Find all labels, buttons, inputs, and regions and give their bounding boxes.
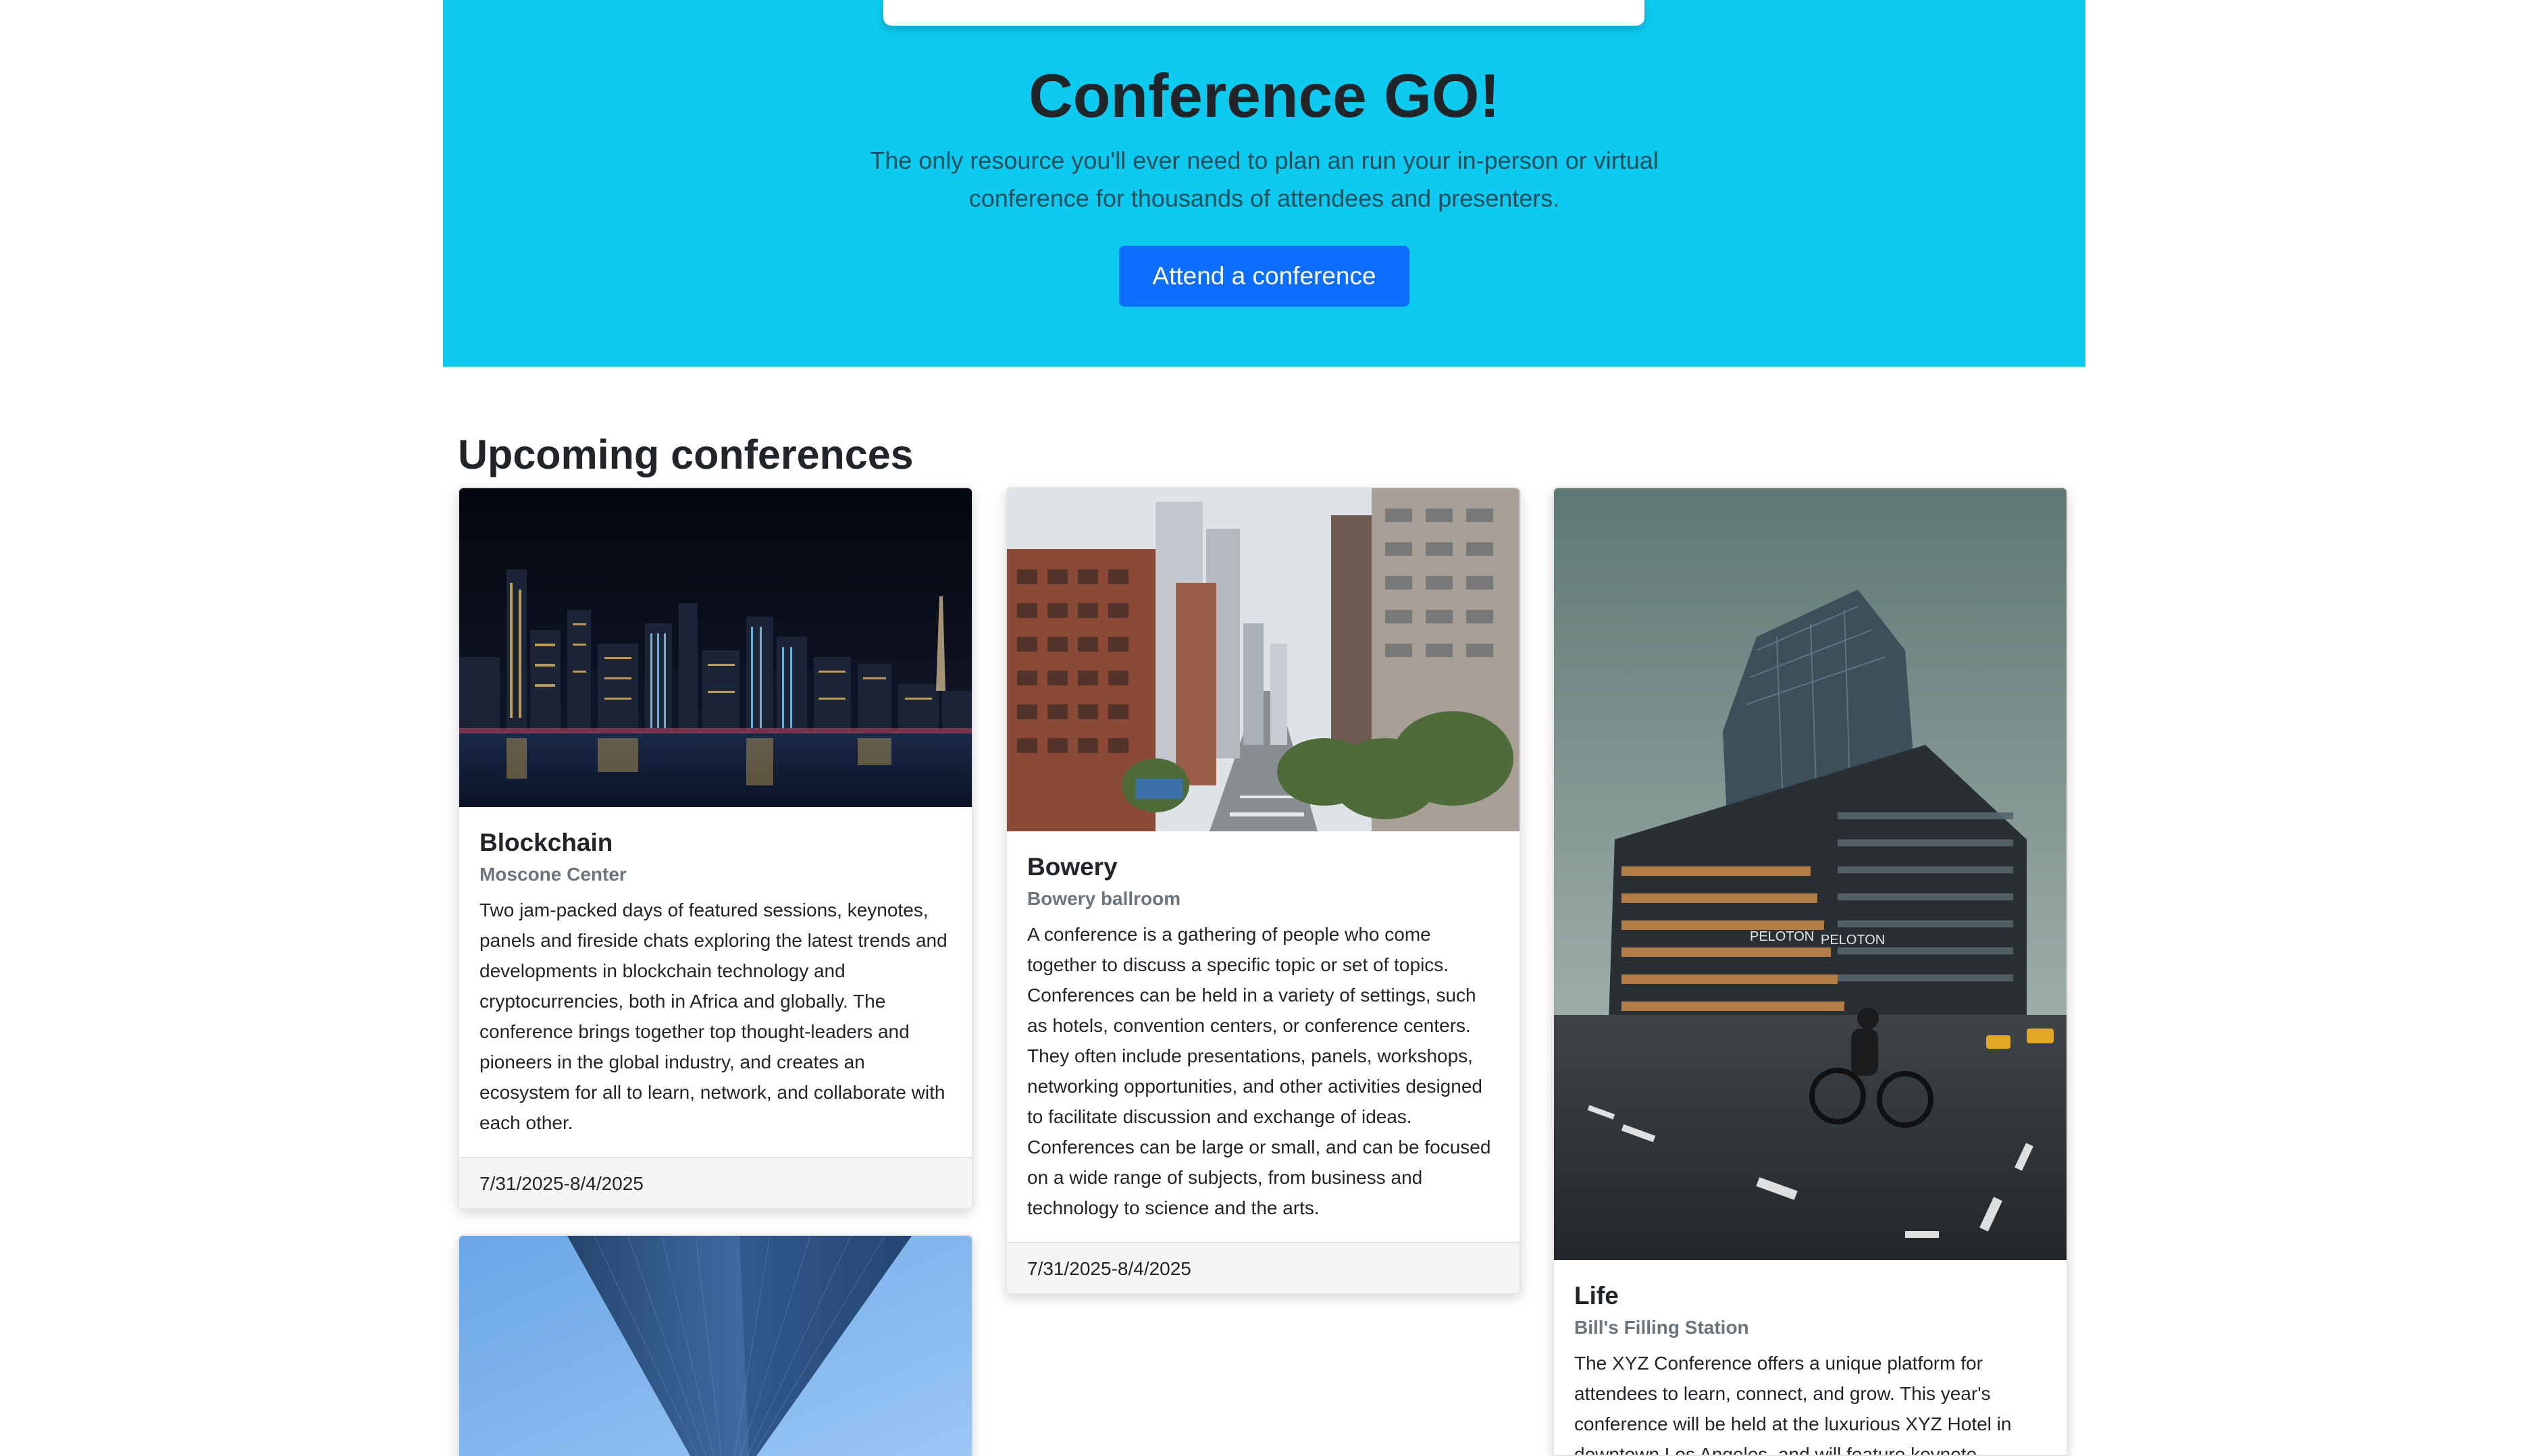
building-sign: PELOTON [1821, 933, 1885, 947]
conference-card-4 [458, 1234, 973, 1456]
conference-card-blockchain: Blockchain Moscone Center Two jam-packed… [458, 487, 973, 1210]
hero-lead: The only resource you'll ever need to pl… [870, 147, 1659, 212]
glass-tower-looking-up-photo [459, 1236, 972, 1456]
card-body: Bowery Bowery ballroom A conference is a… [1007, 831, 1520, 1242]
city-street-buildings-photo [1007, 488, 1520, 831]
office-building-cyclist-photo: PELOTON PELOTON [1554, 488, 2067, 1260]
conference-image [459, 1236, 972, 1456]
conference-image: PELOTON PELOTON [1554, 488, 2067, 1260]
conference-name: Blockchain [479, 829, 613, 856]
conference-image [459, 488, 972, 807]
conference-location: Moscone Center [479, 864, 627, 885]
card-body: Blockchain Moscone Center Two jam-packed… [459, 807, 972, 1157]
conference-card-bowery: Bowery Bowery ballroom A conference is a… [1006, 487, 1521, 1295]
hero-title: Conference GO! [1029, 62, 1500, 130]
conference-description: The XYZ Conference offers a unique platf… [1574, 1353, 2012, 1456]
building-sign: PELOTON [1750, 929, 1814, 944]
attend-conference-button[interactable]: Attend a conference [1119, 246, 1409, 307]
conference-dates: 7/31/2025-8/4/2025 [459, 1157, 972, 1208]
hero-top-panel [883, 0, 1644, 26]
card-body: Life Bill's Filling Station The XYZ Conf… [1554, 1260, 2067, 1456]
conference-name: Bowery [1027, 853, 1118, 881]
conference-card-life: PELOTON PELOTON Life Bill's Filling Stat… [1553, 487, 2068, 1456]
conference-description: A conference is a gathering of people wh… [1027, 924, 1491, 1218]
conference-location: Bill's Filling Station [1574, 1317, 1749, 1338]
conference-dates: 7/31/2025-8/4/2025 [1007, 1242, 1520, 1293]
conference-name: Life [1574, 1282, 1619, 1309]
conference-description: Two jam-packed days of featured sessions… [479, 900, 947, 1133]
night-city-skyline-photo [459, 488, 972, 807]
section-heading: Upcoming conferences [458, 432, 914, 477]
conference-image [1007, 488, 1520, 831]
hero-banner: Conference GO! The only resource you'll … [443, 0, 2085, 367]
conference-location: Bowery ballroom [1027, 888, 1181, 909]
